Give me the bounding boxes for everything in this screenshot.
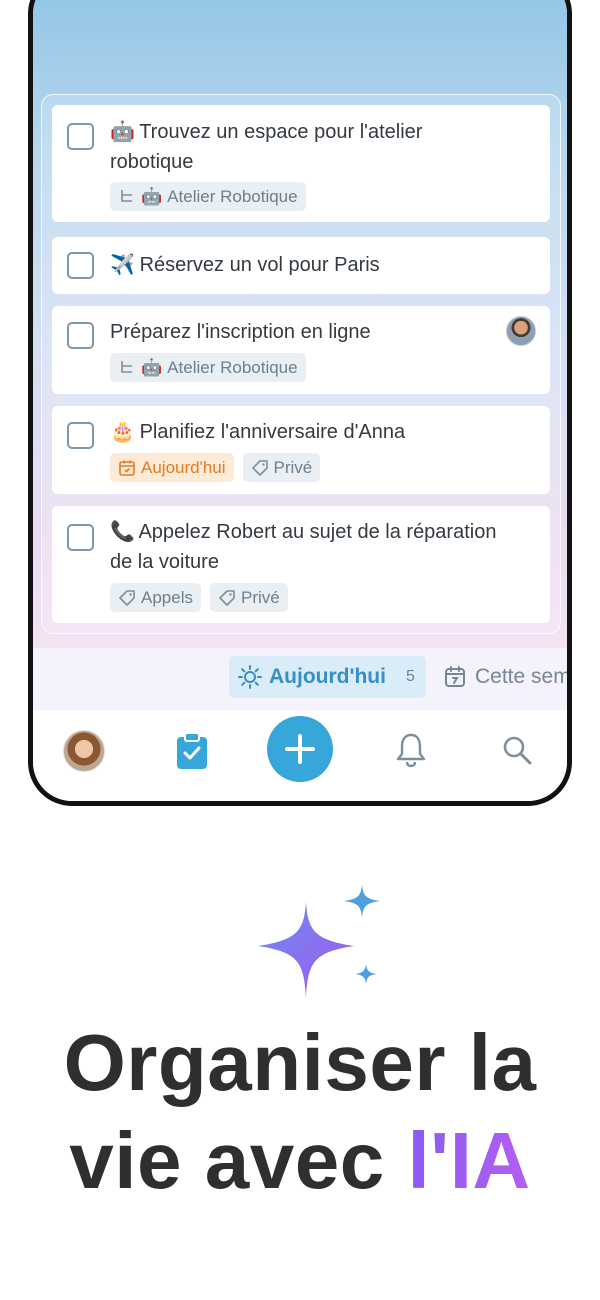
filter-week-chip[interactable]: Cette semaine xyxy=(443,656,571,698)
label-tag[interactable]: Privé xyxy=(242,453,321,482)
task-title-text: Préparez l'inscription en ligne xyxy=(110,321,371,343)
phone-frame: 🤖 Trouvez un espace pour l'atelier robot… xyxy=(28,0,572,806)
task-emoji: 🎂 xyxy=(110,421,135,443)
project-name: Atelier Robotique xyxy=(167,357,298,377)
label-tag[interactable]: Privé xyxy=(209,583,288,612)
subtask-branch-icon xyxy=(121,189,132,202)
subtask-branch-icon xyxy=(121,360,132,373)
task-tags: 🤖 Atelier Robotique xyxy=(110,353,306,382)
task-item[interactable]: ✈️ Réservez un vol pour Paris xyxy=(52,237,550,294)
task-emoji: 🤖 xyxy=(110,121,135,143)
project-emoji: 🤖 xyxy=(141,357,163,377)
due-date-label: Aujourd'hui xyxy=(141,457,226,477)
assignee-avatar[interactable] xyxy=(506,316,536,346)
filter-today-count: 5 xyxy=(405,668,415,685)
bell-icon xyxy=(396,733,426,768)
task-title: ✈️ Réservez un vol pour Paris xyxy=(110,250,498,280)
calendar-icon xyxy=(119,460,135,476)
headline-ai-highlight: l'IA xyxy=(407,1116,531,1205)
clipboard-check-icon xyxy=(177,732,207,769)
headline-line-2: vie avec l'IA xyxy=(0,1112,600,1210)
project-tag[interactable]: 🤖 Atelier Robotique xyxy=(110,182,306,211)
task-emoji: 📞 xyxy=(110,521,135,543)
label-name: Privé xyxy=(240,587,280,607)
task-checkbox[interactable] xyxy=(67,123,94,150)
ai-sparkles-icon xyxy=(258,884,380,998)
bottom-tab-bar xyxy=(33,710,567,801)
project-name: Atelier Robotique xyxy=(167,186,298,206)
task-checkbox[interactable] xyxy=(67,252,94,279)
tasks-tab[interactable] xyxy=(175,732,209,775)
filter-today-label: Aujourd'hui xyxy=(269,665,386,688)
label-icon xyxy=(119,589,135,606)
notifications-tab[interactable] xyxy=(395,732,427,773)
task-title-text: Appelez Robert au sujet de la réparation… xyxy=(110,521,497,573)
headline-line-2-prefix: vie avec xyxy=(69,1116,408,1205)
task-tags: Aujourd'hui Privé xyxy=(110,453,321,482)
plus-icon xyxy=(285,734,315,764)
task-title: 🎂 Planifiez l'anniversaire d'Anna xyxy=(110,417,498,447)
search-icon xyxy=(503,736,532,765)
label-tag[interactable]: Appels xyxy=(110,583,201,612)
due-date-tag[interactable]: Aujourd'hui xyxy=(110,453,234,482)
label-name: Appels xyxy=(141,587,193,607)
task-tags: Appels Privé xyxy=(110,583,288,612)
task-emoji: ✈️ xyxy=(110,254,135,276)
calendar-icon xyxy=(445,666,465,687)
headline-line-1: Organiser la xyxy=(63,1018,537,1107)
task-item[interactable]: 🎂 Planifiez l'anniversaire d'Anna Aujour… xyxy=(52,406,550,494)
marketing-headline: Organiser la vie avec l'IA xyxy=(0,1014,600,1210)
task-title: Préparez l'inscription en ligne xyxy=(110,317,498,347)
filter-today-chip[interactable]: Aujourd'hui 5 xyxy=(229,656,426,698)
filter-week-label: Cette semaine xyxy=(475,665,571,688)
add-task-button[interactable] xyxy=(267,716,333,782)
project-emoji: 🤖 xyxy=(141,186,163,206)
task-checkbox[interactable] xyxy=(67,422,94,449)
project-tag[interactable]: 🤖 Atelier Robotique xyxy=(110,353,306,382)
task-title-text: Planifiez l'anniversaire d'Anna xyxy=(139,421,406,443)
task-item[interactable]: Préparez l'inscription en ligne 🤖 Atelie… xyxy=(52,306,550,394)
label-name: Privé xyxy=(273,457,313,477)
sun-icon xyxy=(238,665,262,689)
task-title: 🤖 Trouvez un espace pour l'atelier robot… xyxy=(110,117,498,177)
label-icon xyxy=(251,459,268,476)
filter-bar: Aujourd'hui 5 Cette semaine xyxy=(33,648,567,710)
profile-avatar-tab[interactable] xyxy=(63,730,105,772)
task-checkbox[interactable] xyxy=(67,322,94,349)
task-title-text: Réservez un vol pour Paris xyxy=(139,254,380,276)
label-icon xyxy=(219,589,235,606)
task-item[interactable]: 📞 Appelez Robert au sujet de la réparati… xyxy=(52,506,550,623)
task-tags: 🤖 Atelier Robotique xyxy=(110,182,306,211)
search-tab[interactable] xyxy=(501,734,533,771)
task-item[interactable]: 🤖 Trouvez un espace pour l'atelier robot… xyxy=(52,105,550,222)
task-checkbox[interactable] xyxy=(67,524,94,551)
task-title-text: Trouvez un espace pour l'atelier robotiq… xyxy=(110,121,423,173)
task-title: 📞 Appelez Robert au sujet de la réparati… xyxy=(110,517,498,577)
